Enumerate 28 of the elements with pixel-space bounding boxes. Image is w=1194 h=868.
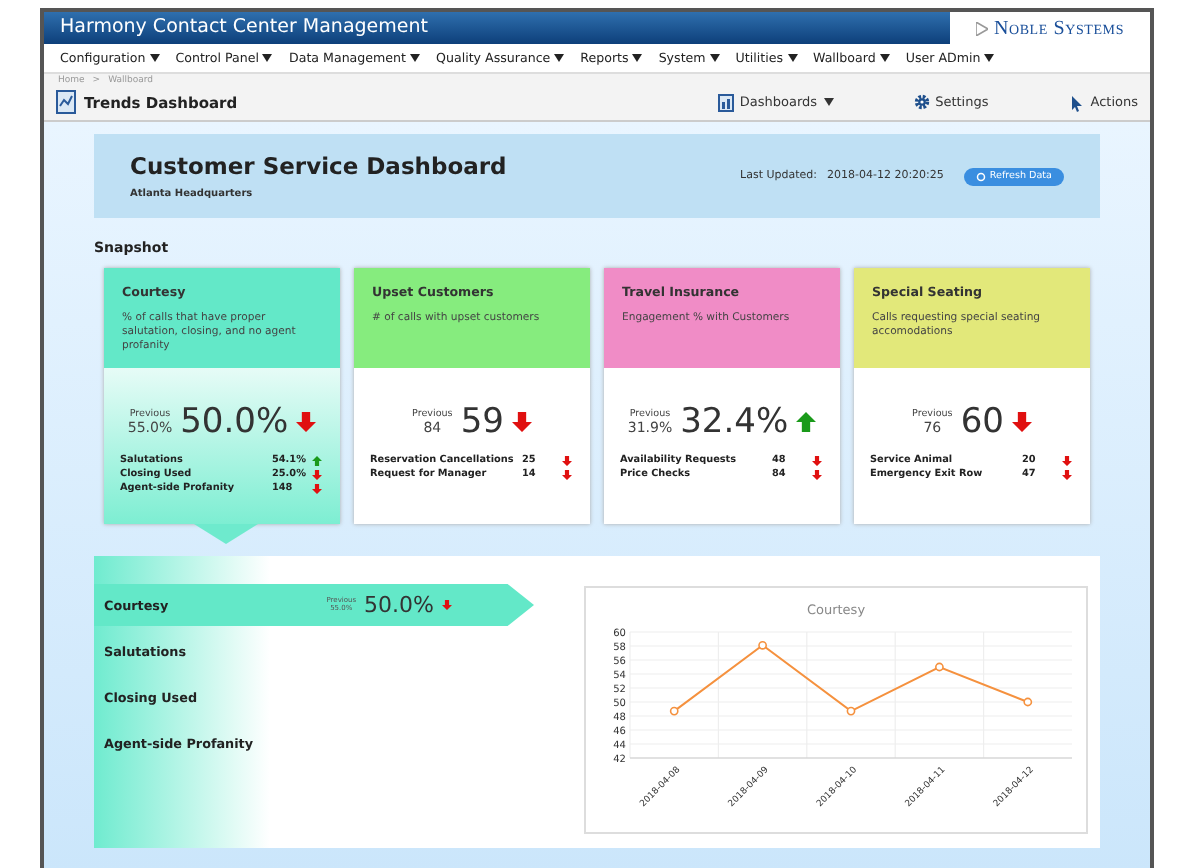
- caret-icon: [410, 54, 421, 62]
- caret-icon: [709, 54, 720, 62]
- metric-value: 59: [460, 402, 504, 442]
- data-point: [669, 706, 679, 716]
- app-title: Harmony Contact Center Management: [44, 12, 950, 44]
- data-point: [935, 662, 944, 672]
- caret-icon: [149, 54, 160, 62]
- metric-value: 50.0%: [180, 402, 289, 442]
- caret-icon: [632, 54, 643, 62]
- settings-icon: [913, 94, 930, 110]
- caret-icon: [984, 54, 995, 62]
- logo-icon: [975, 21, 988, 35]
- caret-icon: [262, 54, 273, 62]
- data-point: [758, 640, 767, 650]
- caret-icon: [787, 54, 797, 62]
- caret-icon: [554, 54, 565, 62]
- data-point: [1023, 697, 1033, 707]
- metric-value: 32.4%: [680, 402, 789, 442]
- logo-text: Noble Systems: [993, 17, 1125, 39]
- dashboard-icon: [56, 90, 76, 114]
- caret-icon: [823, 98, 834, 106]
- cursor-icon: [1068, 93, 1085, 111]
- data-point: [846, 706, 856, 716]
- caret-icon: [879, 54, 890, 62]
- dashboard-icon: [717, 93, 734, 111]
- metric-value: 60: [960, 402, 1004, 442]
- refresh-icon: [975, 171, 986, 181]
- dashboard-title: Customer Service Dashboard: [130, 152, 507, 180]
